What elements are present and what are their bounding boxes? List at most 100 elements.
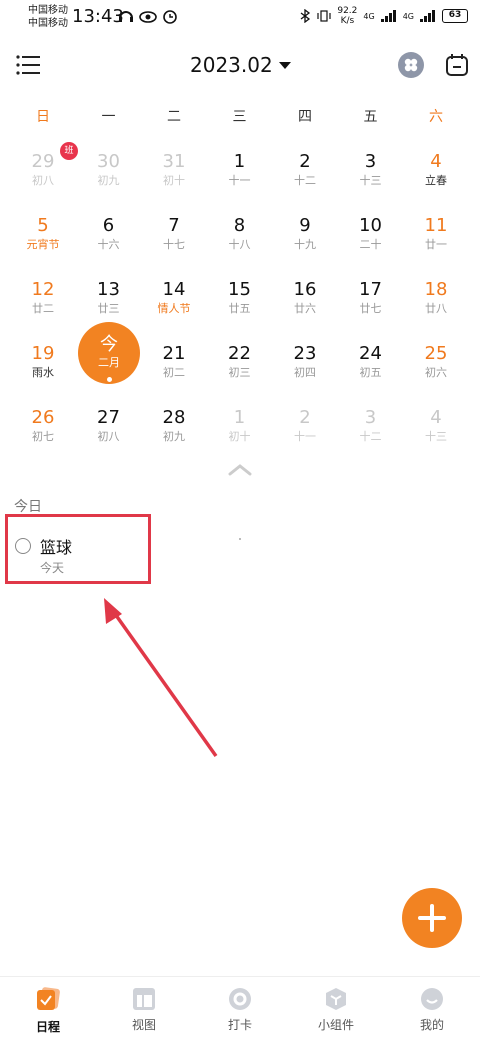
day-cell[interactable]: 4 十三 — [403, 407, 469, 469]
month-title: 2023.02 — [190, 53, 273, 77]
collapse-chevron-icon[interactable] — [226, 462, 254, 478]
lunar-date: 十一 — [294, 430, 316, 443]
day-number: 25 — [424, 343, 448, 364]
speed-value: 92.2 — [337, 6, 358, 16]
day-cell[interactable]: 7 十七 — [141, 215, 207, 277]
day-cell[interactable]: 29 初八 — [10, 151, 76, 213]
lunar-date: 廿一 — [425, 238, 447, 251]
nav-label-checkin: 打卡 — [227, 1018, 252, 1032]
lunar-date: 元宵节 — [26, 238, 60, 251]
lunar-date: 初三 — [228, 366, 251, 379]
weekday-label: 六 — [429, 109, 443, 125]
weekday-label: 一 — [101, 109, 116, 125]
day-cell[interactable]: 15 廿五 — [207, 279, 273, 341]
lunar-date: 初五 — [359, 366, 382, 379]
lunar-date: 十二 — [359, 430, 382, 443]
day-number: 3 — [364, 151, 377, 172]
nav-label-widgets: 小组件 — [317, 1018, 354, 1032]
nav-item-profile[interactable]: 我的 — [392, 986, 472, 1033]
day-cell[interactable]: 18 廿八 — [403, 279, 469, 341]
day-cell[interactable]: 3 十二 — [338, 407, 404, 469]
day-cell[interactable]: 9 十九 — [272, 215, 338, 277]
day-cell[interactable]: 23 初四 — [272, 343, 338, 405]
nav-label-schedule: 日程 — [35, 1020, 60, 1034]
day-cell[interactable]: 27 初八 — [76, 407, 142, 469]
status-time: 13:43 — [72, 6, 124, 27]
calendar-today-icon[interactable] — [444, 52, 470, 78]
lunar-date: 初九 — [163, 430, 185, 443]
status-icons — [118, 8, 198, 28]
day-number: 17 — [359, 279, 382, 300]
day-cell[interactable]: 25 初六 — [403, 343, 469, 405]
today-cell[interactable]: 今二月 — [78, 322, 140, 384]
day-number: 21 — [162, 343, 186, 364]
battery-icon: 63 — [442, 9, 468, 23]
day-cell[interactable]: 2 十二 — [272, 151, 338, 213]
lunar-date: 雨水 — [32, 366, 54, 379]
day-number: 22 — [228, 343, 251, 364]
day-number: 26 — [31, 407, 55, 428]
chevron-down-icon — [278, 61, 291, 69]
plus-icon — [418, 904, 446, 932]
day-number: 14 — [162, 279, 186, 300]
lunar-date: 初二 — [163, 366, 185, 379]
lunar-date: 十一 — [228, 174, 251, 187]
day-number: 18 — [424, 279, 448, 300]
day-cell[interactable]: 6 十六 — [76, 215, 142, 277]
day-number: 4 — [430, 407, 442, 428]
lunar-date: 廿七 — [359, 302, 382, 315]
nav-item-schedule[interactable]: 日程 — [8, 986, 88, 1035]
day-cell[interactable]: 1 初十 — [207, 407, 273, 469]
day-number: 30 — [97, 151, 120, 172]
day-cell[interactable]: 16 廿六 — [272, 279, 338, 341]
add-button[interactable] — [402, 888, 462, 948]
network-speed: 92.2 K/s — [337, 6, 357, 26]
view-icon — [133, 988, 155, 1010]
lunar-date: 初七 — [32, 430, 54, 443]
nav-label-profile: 我的 — [419, 1018, 444, 1032]
day-cell[interactable]: 26 初七 — [10, 407, 76, 469]
day-cell[interactable]: 21 初二 — [141, 343, 207, 405]
annotation-arrow — [104, 598, 218, 758]
day-cell[interactable]: 11 廿一 — [403, 215, 469, 277]
nav-label-view: 视图 — [131, 1018, 156, 1032]
day-cell[interactable]: 31 初十 — [141, 151, 207, 213]
view-mode-icon[interactable] — [398, 52, 424, 78]
day-cell[interactable]: 19 雨水 — [10, 343, 76, 405]
profile-icon — [421, 988, 443, 1010]
day-number: 31 — [162, 151, 186, 172]
day-number: 19 — [31, 343, 55, 364]
day-cell[interactable]: 1 十一 — [207, 151, 273, 213]
signal-icon-2 — [420, 10, 435, 22]
lunar-date: 十二 — [294, 174, 316, 187]
day-cell[interactable]: 2 十一 — [272, 407, 338, 469]
month-selector[interactable]: 2023.02 — [190, 53, 291, 77]
signal-icon — [380, 10, 396, 22]
day-cell[interactable]: 10 二十 — [338, 215, 404, 277]
day-cell[interactable]: 28 初九 — [141, 407, 207, 469]
day-number: 9 — [299, 215, 311, 236]
net-type-2: 4G — [402, 11, 414, 21]
lunar-date: 初十 — [228, 430, 251, 443]
day-cell[interactable]: 17 廿七 — [338, 279, 404, 341]
day-cell[interactable]: 3 十三 — [338, 151, 404, 213]
day-cell[interactable]: 14 情人节 — [141, 279, 207, 341]
day-number: 15 — [228, 279, 251, 300]
day-cell[interactable]: 24 初五 — [338, 343, 404, 405]
weekday-label: 日 — [36, 109, 50, 125]
menu-icon[interactable] — [16, 54, 40, 76]
day-cell[interactable]: 5 元宵节 — [10, 215, 76, 277]
lunar-date: 二月 — [98, 356, 120, 369]
checkin-icon — [229, 988, 251, 1010]
day-cell[interactable]: 4 立春 — [403, 151, 469, 213]
lunar-date: 十三 — [425, 430, 447, 443]
nav-item-widgets[interactable]: 小组件 — [296, 986, 376, 1033]
schedule-icon — [37, 987, 60, 1010]
day-cell[interactable]: 8 十八 — [207, 215, 273, 277]
day-cell[interactable]: 30 初九 — [76, 151, 142, 213]
lunar-date: 十七 — [163, 238, 185, 251]
nav-item-view[interactable]: 视图 — [104, 986, 184, 1033]
day-cell[interactable]: 22 初三 — [207, 343, 273, 405]
day-cell[interactable]: 12 廿二 — [10, 279, 76, 341]
nav-item-checkin[interactable]: 打卡 — [200, 986, 280, 1033]
